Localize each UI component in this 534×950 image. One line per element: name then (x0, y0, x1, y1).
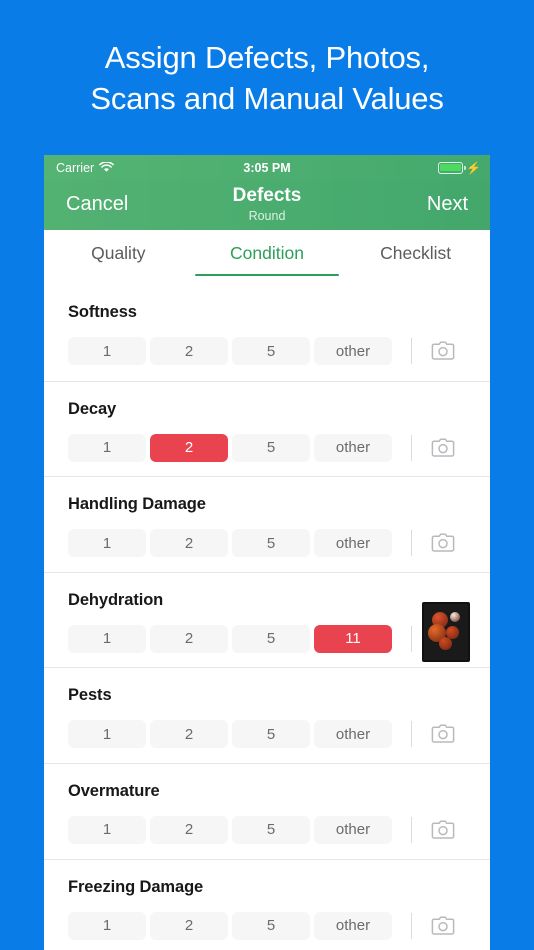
promo-banner: Assign Defects, Photos, Scans and Manual… (0, 0, 534, 155)
defect-row: Pests 1 2 5 other (44, 667, 490, 763)
defect-label: Decay (68, 399, 117, 418)
next-button[interactable]: Next (427, 193, 468, 216)
defect-row: Softness 1 2 5 other (44, 285, 490, 381)
tab-label: Checklist (380, 243, 452, 263)
defect-row: Overmature 1 2 5 other (44, 762, 490, 859)
promo-headline: Assign Defects, Photos, Scans and Manual… (90, 39, 444, 116)
control-divider (411, 530, 412, 557)
status-bar: Carrier 3:05 PM ⚡ (44, 155, 490, 180)
defect-label: Handling Damage (68, 495, 206, 514)
camera-button[interactable] (428, 336, 458, 366)
defect-option-button[interactable]: 1 (68, 720, 146, 749)
defect-option-button[interactable]: 5 (232, 911, 310, 940)
camera-icon (431, 916, 455, 935)
defect-controls: 1 2 5 other (68, 336, 466, 366)
battery-icon (438, 161, 466, 174)
camera-button[interactable] (428, 528, 458, 558)
defect-option-button[interactable]: other (314, 911, 392, 940)
defect-option-button[interactable]: 1 (68, 529, 146, 558)
camera-button[interactable] (428, 815, 458, 845)
tab-checklist[interactable]: Checklist (341, 230, 490, 285)
defect-list: Softness 1 2 5 other Decay 1 2 5 other Handling … (44, 285, 490, 950)
tab-underline (46, 274, 190, 277)
camera-button[interactable] (428, 433, 458, 463)
page-subtitle: Round (248, 209, 286, 223)
defect-option-button[interactable]: 1 (68, 911, 146, 940)
defect-option-button[interactable]: 2 (150, 624, 228, 653)
defect-option-button[interactable]: 5 (232, 433, 310, 462)
defect-option-button[interactable]: 2 (150, 529, 228, 558)
defect-option-button[interactable]: 1 (68, 337, 146, 365)
tab-underline (195, 273, 339, 276)
defect-label: Softness (68, 303, 137, 321)
defect-row: Decay 1 2 5 other (44, 380, 490, 477)
tab-bar: Quality Condition Checklist (44, 230, 490, 285)
defect-option-button[interactable]: 1 (68, 624, 146, 653)
phone-screen: Carrier 3:05 PM ⚡ Cancel Defects Round N… (44, 155, 490, 950)
control-divider (411, 625, 412, 652)
defect-option-button[interactable]: 5 (232, 815, 310, 844)
defect-option-button[interactable]: 1 (68, 433, 146, 462)
photo-thumbnail[interactable] (422, 601, 470, 662)
control-divider (411, 912, 412, 939)
defect-option-button[interactable]: 5 (232, 337, 310, 365)
status-bar-right: ⚡ (438, 160, 481, 175)
defect-label: Pests (68, 686, 112, 705)
defect-row: Freezing Damage 1 2 5 other (44, 858, 490, 950)
camera-icon (431, 341, 455, 360)
tab-quality[interactable]: Quality (44, 230, 193, 285)
fruit-dot (450, 611, 460, 622)
defect-option-button[interactable]: 5 (232, 720, 310, 749)
defect-option-button[interactable]: 2 (150, 337, 228, 365)
defect-controls: 1 2 5 11 (68, 624, 466, 654)
defect-option-button[interactable]: 2 (150, 911, 228, 940)
navigation-bar: Cancel Defects Round Next (44, 180, 490, 230)
control-divider (411, 721, 412, 748)
defect-controls: 1 2 5 other (68, 528, 466, 558)
defect-option-button[interactable]: other (314, 337, 392, 365)
navigation-title-group: Defects Round (44, 184, 490, 224)
defect-option-button[interactable]: 11 (314, 624, 392, 653)
defect-option-button[interactable]: 5 (232, 624, 310, 653)
defect-option-button[interactable]: 2 (150, 815, 228, 844)
defect-controls: 1 2 5 other (68, 815, 466, 845)
defect-label: Freezing Damage (68, 877, 204, 896)
defect-option-button[interactable]: 5 (232, 529, 310, 558)
defect-row: Dehydration 1 2 5 11 (44, 571, 490, 668)
page-title: Defects (232, 185, 302, 206)
clock: 3:05 PM (243, 160, 291, 175)
camera-icon (431, 438, 455, 457)
tab-underline (344, 274, 488, 277)
defect-option-button[interactable]: other (314, 529, 392, 558)
defect-controls: 1 2 5 other (68, 911, 466, 941)
control-divider (411, 816, 412, 843)
defect-label: Overmature (68, 781, 160, 800)
defect-option-button[interactable]: 1 (68, 815, 146, 844)
defect-controls: 1 2 5 other (68, 433, 466, 463)
defect-option-button[interactable]: other (314, 433, 392, 462)
tab-condition[interactable]: Condition (193, 230, 342, 285)
control-divider (411, 434, 412, 461)
camera-icon (431, 724, 455, 744)
defect-option-button[interactable]: other (314, 815, 392, 844)
tab-label: Quality (91, 243, 146, 263)
camera-icon (431, 533, 455, 552)
fruit-dot (439, 636, 452, 650)
lightning-bolt-icon: ⚡ (466, 160, 481, 175)
battery-fill (440, 163, 461, 172)
defect-option-button[interactable]: other (314, 720, 392, 749)
control-divider (411, 338, 412, 364)
camera-icon (431, 820, 455, 839)
defect-controls: 1 2 5 other (68, 719, 466, 749)
defect-option-button[interactable]: 2 (150, 433, 228, 462)
defect-option-button[interactable]: 2 (150, 720, 228, 749)
camera-button[interactable] (428, 911, 458, 941)
defect-label: Dehydration (68, 590, 164, 609)
defect-row: Handling Damage 1 2 5 other (44, 476, 490, 572)
camera-button[interactable] (428, 719, 458, 749)
tab-label: Condition (230, 243, 304, 263)
